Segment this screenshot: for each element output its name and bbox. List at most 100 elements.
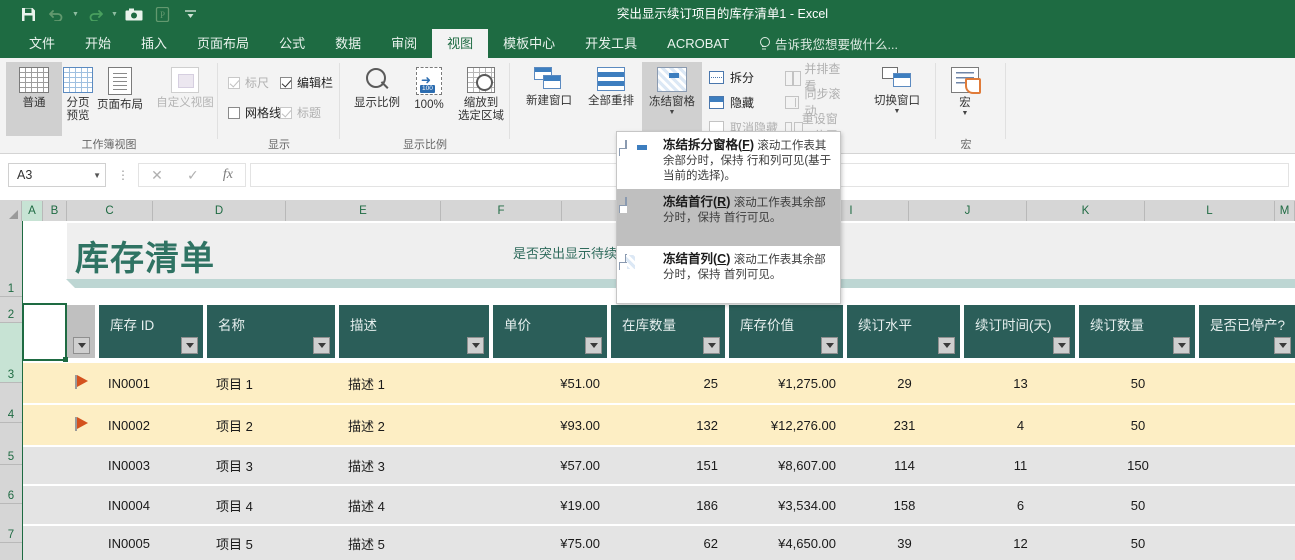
column-header-K[interactable]: K [1027,201,1145,221]
menu-item-freeze-first-column[interactable]: 冻结首列(C) 滚动工作表其余部分时，保持 首列可见。 [617,246,840,303]
cell-discontinued[interactable] [1199,486,1295,524]
checkbox-headings[interactable]: 标题 [280,104,321,121]
freeze-panes-button[interactable]: 冻结窗格 ▼ [642,62,702,136]
table-header-reorder-quantity[interactable]: 续订数量 [1079,305,1197,358]
cell-inventory-id[interactable]: IN0005 [99,526,205,560]
column-header-C[interactable]: C [67,201,153,221]
tab-file[interactable]: 文件 [14,29,70,58]
cell-reorder-level[interactable]: 114 [847,447,962,484]
cell-reorder-time[interactable]: 11 [964,447,1077,484]
table-row[interactable]: IN0004 项目 4 描述 4 ¥19.00 186 ¥3,534.00 15… [23,486,1295,524]
tab-template-center[interactable]: 模板中心 [488,29,570,58]
cell-quantity[interactable]: 25 [611,363,727,403]
cell-unit-price[interactable]: ¥19.00 [493,486,609,524]
cell-description[interactable]: 描述 4 [339,486,491,524]
cell-quantity[interactable]: 151 [611,447,727,484]
table-header-unit-price[interactable]: 单价 [493,305,609,358]
column-header-B[interactable]: B [43,201,67,221]
chevron-down-icon[interactable]: ▼ [93,171,101,180]
cancel-formula-icon[interactable]: ✕ [151,167,163,184]
column-header-E[interactable]: E [286,201,441,221]
chevron-down-icon[interactable]: ▼ [669,109,676,116]
cell-reorder-time[interactable]: 12 [964,526,1077,560]
filter-dropdown-icon[interactable] [467,337,484,354]
cell-reorder-level[interactable]: 39 [847,526,962,560]
cell-reorder-level[interactable]: 29 [847,363,962,403]
formula-bar-grip[interactable]: ⋮ [117,168,129,182]
cell-description[interactable]: 描述 3 [339,447,491,484]
table-header-name[interactable]: 名称 [207,305,337,358]
table-header-inventory-value[interactable]: 库存价值 [729,305,845,358]
tell-me-search[interactable]: 告诉我您想要做什么... [744,29,898,58]
table-header-quantity-in-stock[interactable]: 在库数量 [611,305,727,358]
tab-acrobat[interactable]: ACROBAT [652,29,744,58]
column-header-J[interactable]: J [909,201,1027,221]
cell-reorder-time[interactable]: 4 [964,405,1077,445]
checkbox-gridlines[interactable]: 网格线 [228,104,281,121]
tab-page-layout[interactable]: 页面布局 [182,29,264,58]
cell-reorder-time[interactable]: 13 [964,363,1077,403]
table-row[interactable]: IN0005 项目 5 描述 5 ¥75.00 62 ¥4,650.00 39 … [23,526,1295,560]
column-header-M[interactable]: M [1275,201,1295,221]
cell-discontinued[interactable] [1199,526,1295,560]
column-header-F[interactable]: F [441,201,562,221]
cell-inventory-value[interactable]: ¥8,607.00 [729,447,845,484]
zoom-button[interactable]: 显示比例 [348,62,406,136]
column-header-D[interactable]: D [153,201,286,221]
column-header-A[interactable]: A [22,201,43,221]
cell-description[interactable]: 描述 5 [339,526,491,560]
table-row[interactable]: IN0002 项目 2 描述 2 ¥93.00 132 ¥12,276.00 2… [23,405,1295,445]
cell-quantity[interactable]: 186 [611,486,727,524]
cell-name[interactable]: 项目 2 [207,405,337,445]
cell-name[interactable]: 项目 3 [207,447,337,484]
cell-discontinued[interactable] [1199,405,1295,445]
chevron-down-icon[interactable]: ▼ [962,110,969,117]
select-all-corner[interactable] [0,201,22,221]
tab-view[interactable]: 视图 [432,29,489,58]
view-page-layout-button[interactable]: 页面布局 [86,62,154,136]
cell-reorder-time[interactable]: 6 [964,486,1077,524]
cell-unit-price[interactable]: ¥93.00 [493,405,609,445]
cell-reorder-level[interactable]: 158 [847,486,962,524]
cell-inventory-value[interactable]: ¥3,534.00 [729,486,845,524]
row-header-1[interactable]: 1 [0,221,22,297]
cell-quantity[interactable]: 62 [611,526,727,560]
cell-inventory-id[interactable]: IN0002 [99,405,205,445]
checkbox-ruler[interactable]: 标尺 [228,74,269,91]
chevron-down-icon[interactable]: ▼ [894,108,901,115]
cell-description[interactable]: 描述 1 [339,363,491,403]
new-window-button[interactable]: 新建窗口 [518,62,580,136]
cell-reorder-quantity[interactable]: 150 [1079,447,1197,484]
checkbox-formula-bar[interactable]: 编辑栏 [280,74,333,91]
cell-discontinued[interactable] [1199,363,1295,403]
filter-dropdown-icon[interactable] [73,337,90,354]
cell-name[interactable]: 项目 1 [207,363,337,403]
switch-windows-button[interactable]: 切换窗口 ▼ [862,62,932,136]
menu-item-freeze-top-row[interactable]: 冻结首行(R) 滚动工作表其余部分时，保持 首行可见。 [617,189,840,246]
tab-insert[interactable]: 插入 [126,29,182,58]
cell-inventory-value[interactable]: ¥1,275.00 [729,363,845,403]
cell-unit-price[interactable]: ¥57.00 [493,447,609,484]
tab-developer[interactable]: 开发工具 [570,29,652,58]
cell-quantity[interactable]: 132 [611,405,727,445]
filter-dropdown-icon[interactable] [1173,337,1190,354]
split-button[interactable]: 拆分 [706,66,757,88]
row-header-3[interactable]: 3 [0,323,22,383]
tab-home[interactable]: 开始 [70,29,126,58]
table-header-inventory-id[interactable]: 库存 ID [99,305,205,358]
filter-dropdown-icon[interactable] [821,337,838,354]
cell-reorder-quantity[interactable]: 50 [1079,526,1197,560]
cell-reorder-quantity[interactable]: 50 [1079,486,1197,524]
row-header-2[interactable]: 2 [0,297,22,323]
cell-name[interactable]: 项目 5 [207,526,337,560]
cell-discontinued[interactable] [1199,447,1295,484]
table-header-reorder-time[interactable]: 续订时间(天) [964,305,1077,358]
row-header-8[interactable]: 8 [0,543,22,560]
insert-function-icon[interactable]: fx [223,167,233,183]
zoom-100-button[interactable]: ➜ 100 100% [406,62,452,136]
arrange-all-button[interactable]: 全部重排 [580,62,642,136]
row-header-7[interactable]: 7 [0,504,22,543]
filter-dropdown-icon[interactable] [1053,337,1070,354]
filter-dropdown-icon[interactable] [1274,337,1291,354]
tab-formulas[interactable]: 公式 [264,29,320,58]
